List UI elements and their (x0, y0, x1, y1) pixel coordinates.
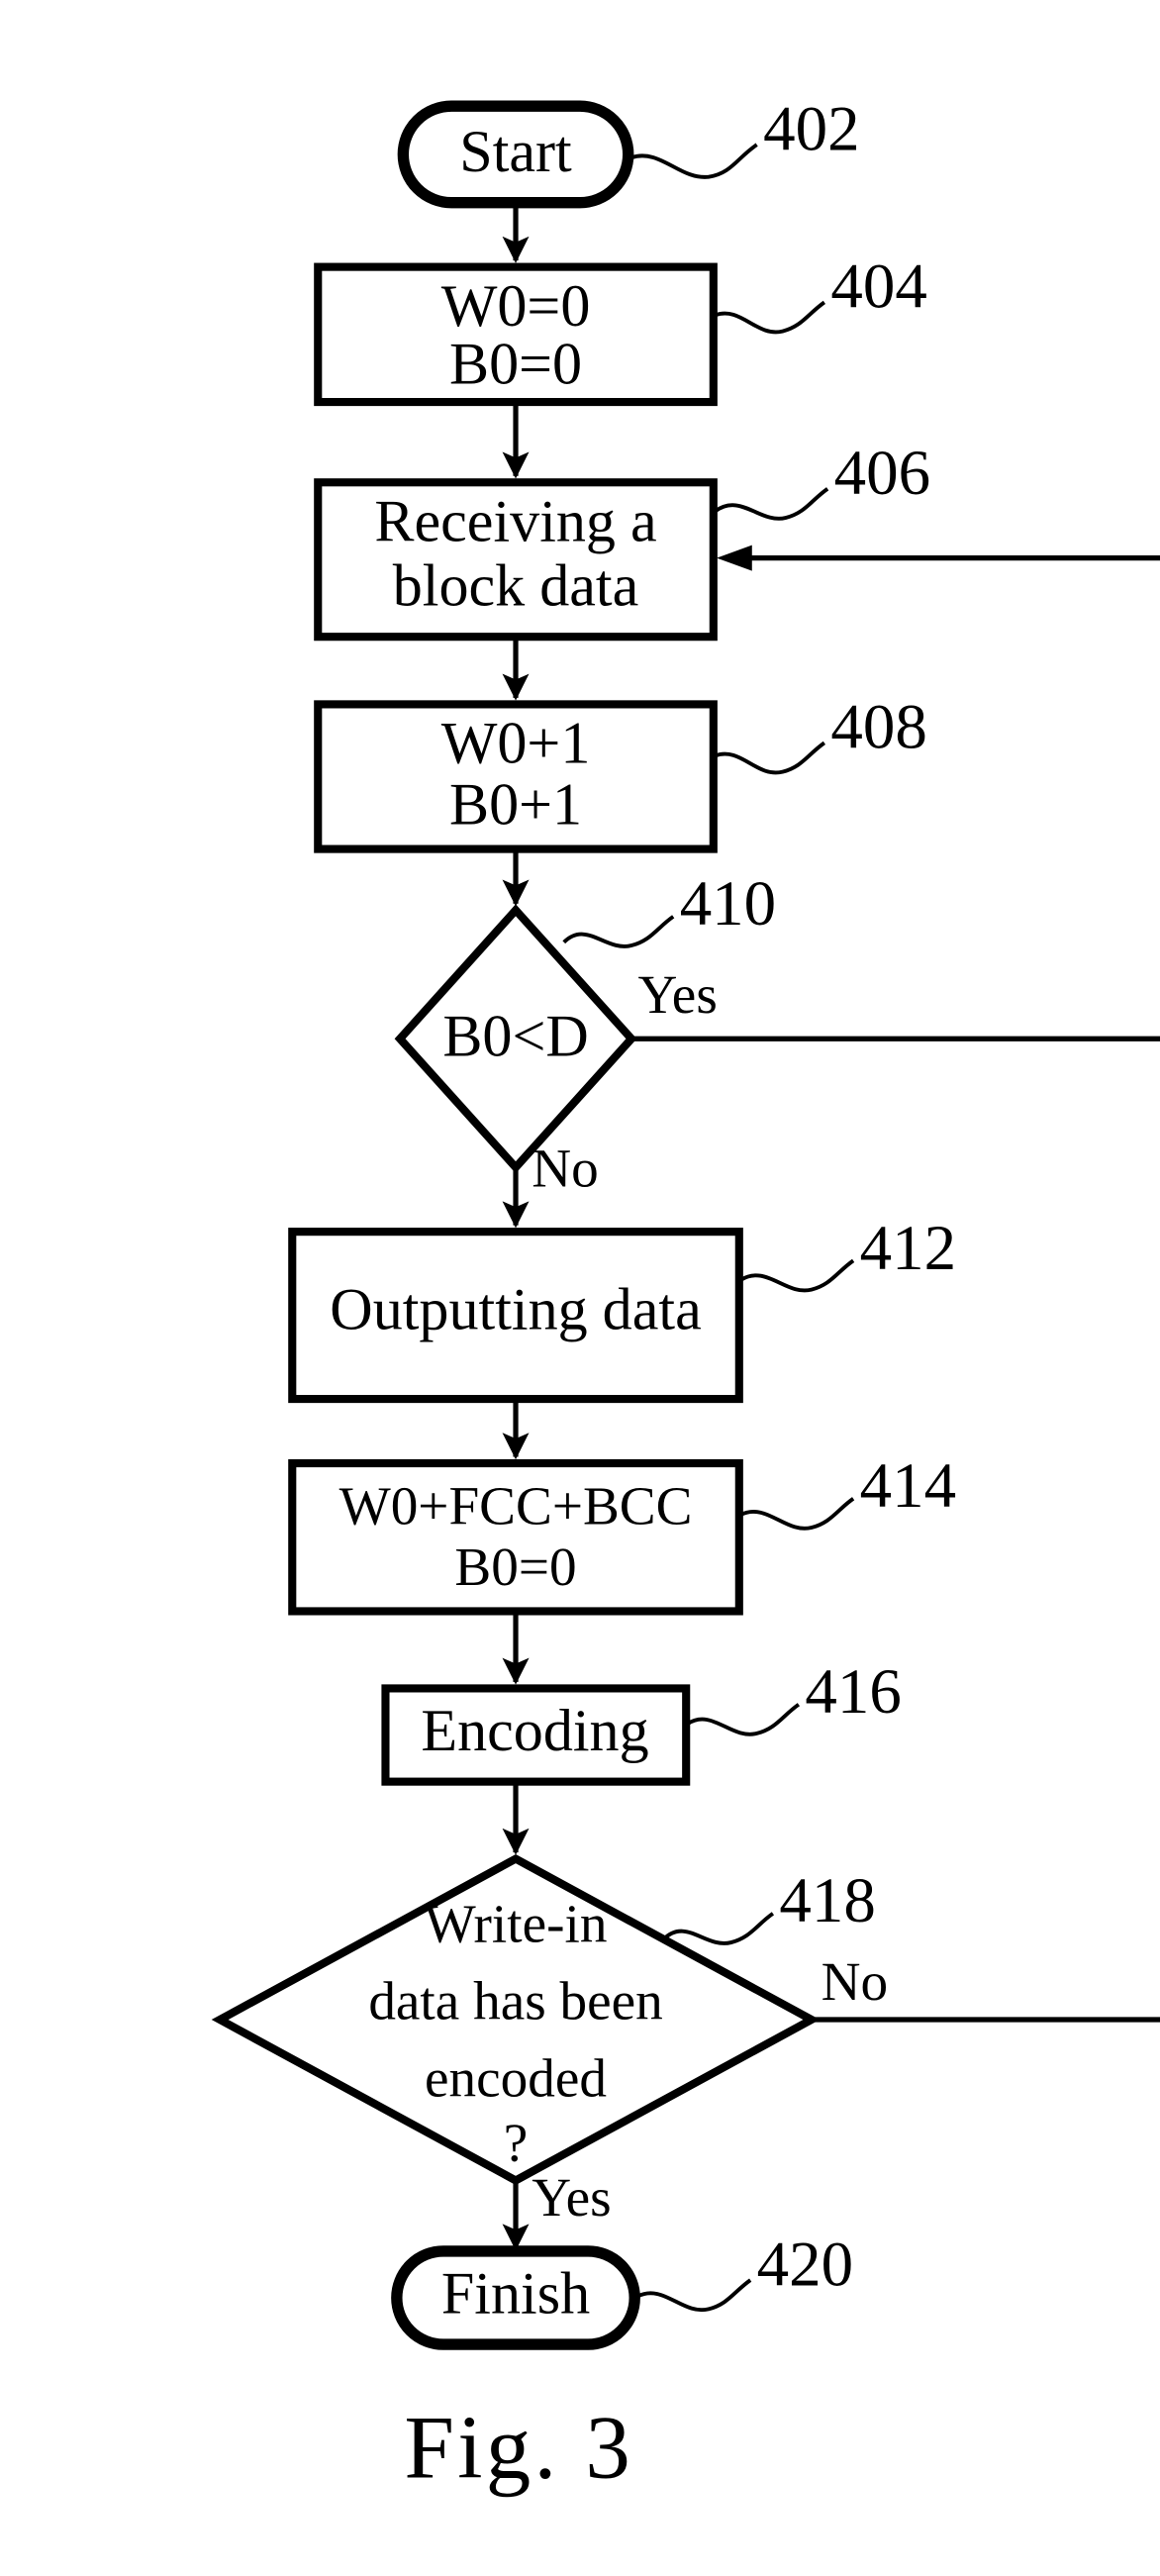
compare-yes-label: Yes (637, 964, 717, 1025)
node-increment[interactable]: W0+1 B0+1 (314, 700, 718, 853)
reference-414: 414 (739, 1450, 956, 1531)
reference-406: 406 (714, 438, 930, 521)
reference-416: 416 (686, 1656, 902, 1736)
node-start[interactable]: Start (397, 100, 634, 209)
reference-410-label: 410 (680, 868, 776, 940)
accumulate-line1: W0+FCC+BCC (339, 1475, 693, 1536)
init-line2: B0=0 (449, 330, 582, 396)
start-label: Start (459, 118, 572, 184)
reference-404-label: 404 (830, 251, 926, 323)
compare-no-label: No (532, 1138, 598, 1198)
accumulate-line2: B0=0 (454, 1536, 576, 1597)
node-output[interactable]: Outputting data (288, 1228, 743, 1404)
reference-418-label: 418 (779, 1865, 875, 1936)
reference-416-label: 416 (805, 1656, 901, 1728)
reference-410: 410 (562, 868, 776, 948)
increment-line2: B0+1 (449, 770, 582, 837)
node-finish[interactable]: Finish (391, 2245, 640, 2350)
reference-412-label: 412 (860, 1213, 956, 1284)
check-no-label: No (822, 1951, 889, 2012)
encoding-label: Encoding (421, 1697, 648, 1763)
check-yes-label: Yes (532, 2167, 611, 2228)
node-accumulate[interactable]: W0+FCC+BCC B0=0 (288, 1458, 743, 1616)
node-receive[interactable]: Receiving a block data (314, 478, 718, 642)
reference-420-label: 420 (757, 2229, 853, 2300)
compare-label: B0<D (442, 1002, 588, 1068)
flowchart-canvas: 40 Start 402 W0=0 B0=0 404 (211, 93, 1160, 2498)
reference-402: 402 (630, 93, 860, 179)
node-init[interactable]: W0=0 B0=0 (314, 262, 718, 407)
receive-line2: block data (393, 552, 639, 619)
reference-418: 418 (662, 1865, 876, 1945)
reference-414-label: 414 (860, 1450, 956, 1522)
reference-408: 408 (714, 692, 927, 775)
reference-404: 404 (714, 251, 927, 335)
finish-label: Finish (441, 2259, 590, 2326)
reference-408-label: 408 (830, 692, 926, 763)
check-line3: encoded (425, 2048, 607, 2109)
check-line1: Write-in (425, 1894, 608, 1954)
node-check[interactable]: Write-in data has been encoded ? (211, 1853, 821, 2186)
reference-412: 412 (739, 1213, 956, 1293)
output-label: Outputting data (330, 1275, 701, 1341)
receive-line1: Receiving a (374, 488, 656, 554)
node-compare[interactable]: B0<D (394, 904, 637, 1174)
patent-figure: 40 Start 402 W0=0 B0=0 404 (0, 0, 1160, 2576)
figure-caption: Fig. 3 (404, 2398, 633, 2498)
check-line4: ? (504, 2113, 529, 2173)
init-line1: W0=0 (441, 272, 591, 339)
reference-406-label: 406 (834, 438, 930, 509)
reference-402-label: 402 (763, 93, 859, 164)
increment-line1: W0+1 (441, 710, 591, 776)
node-encoding[interactable]: Encoding (381, 1684, 691, 1786)
check-line2: data has been (368, 1971, 662, 2031)
branch-check-yes: Yes (502, 2167, 612, 2251)
reference-420: 420 (636, 2229, 853, 2313)
